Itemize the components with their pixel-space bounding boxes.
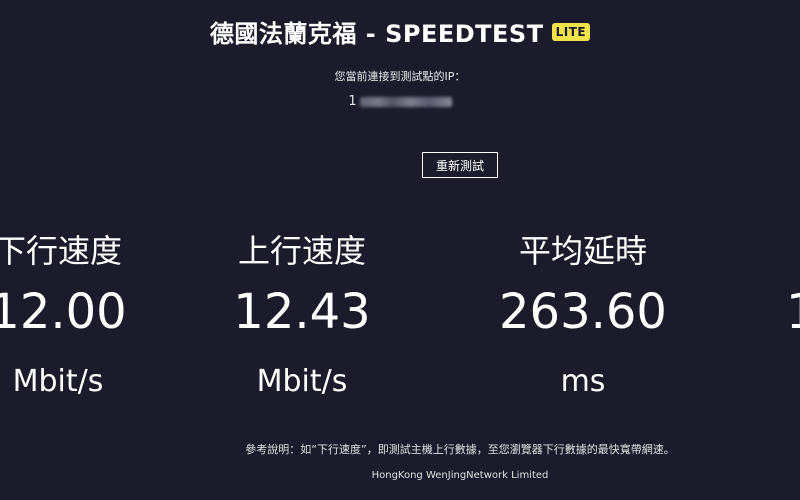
latency-value: 263.60 [499,284,667,340]
page-title: 德國法蘭克福 - SPEEDTEST [209,20,544,48]
lite-badge: LITE [551,22,591,41]
upload-value: 12.43 [233,284,371,340]
title-row: 德國法蘭克福 - SPEEDTEST LITE [209,14,591,49]
partial-stat-value: 1 [786,284,800,340]
latency-unit: ms [560,364,606,399]
download-unit: Mbit/s [12,364,104,399]
reference-note: 參考說明：如“下行速度”，即測試主機上行數據，至您瀏覽器下行數據的最快寬帶網速。 [245,443,675,456]
page-header: 德國法蘭克福 - SPEEDTEST LITE [0,14,800,49]
upload-label: 上行速度 [237,232,366,270]
download-label: 下行速度 [0,232,122,270]
footer-company: HongKong WenJingNetwork Limited [371,470,549,481]
ip-redacted-blur [359,96,452,107]
upload-unit: Mbit/s [256,364,348,399]
download-value: 12.00 [0,284,127,340]
latency-label: 平均延時 [518,232,647,270]
retest-button[interactable]: 重新測試 [422,152,498,178]
ip-visible-prefix: 1 [348,94,357,109]
ip-label: 您當前連接到測試點的IP： [334,70,466,83]
ip-value: 1 [0,94,800,109]
